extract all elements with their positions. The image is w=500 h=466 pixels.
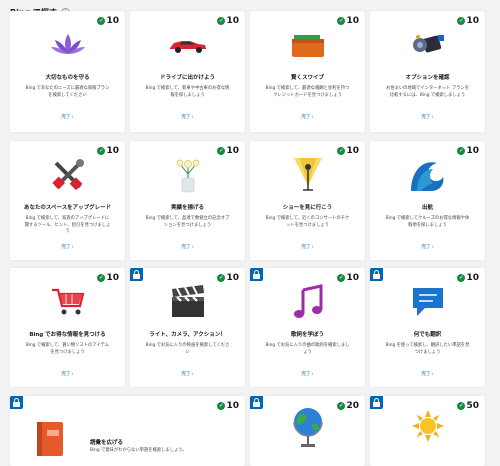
check-icon: ✓ (217, 274, 226, 282)
card-movies[interactable]: ✓ 10 ライト、カメラ、アクション！ Bing でお気に入りの映画を検索してくだ… (130, 268, 245, 387)
check-icon: ✓ (337, 274, 346, 282)
check-icon: ✓ (217, 402, 226, 410)
complete-link[interactable]: 完了 › (250, 244, 365, 250)
card-description: Bing で検索して、新車や中古車のお得な情報を探しましょう (145, 86, 230, 98)
card-lyrics[interactable]: ✓ 10 歌詞を学ぼう Bing でお気に入りの曲の歌詞を検索しましょう 完了 › (250, 268, 365, 387)
lock-icon (370, 268, 383, 281)
card-credit[interactable]: ✓ 10 賢くスワイプ Bing で検索して、最適な報酬と金利を持つクレジットカー… (250, 11, 365, 132)
card-description: Bing を使って検索し、翻訳したい単語を見つけましょう (385, 343, 470, 355)
card-title: あなたのスペースをアップグレード (23, 205, 112, 211)
card-title: 出航 (421, 205, 433, 211)
wave-icon (370, 155, 485, 195)
card-title: 賢くスワイプ (290, 75, 324, 81)
complete-link[interactable]: 完了 › (10, 371, 125, 377)
check-icon: ✓ (97, 274, 106, 282)
card-grid: ✓ 10 大切なものを守る Bing であなたのニーズに最適な保険プランを検索して… (0, 0, 500, 466)
card-description: Bing で検索して、品達で数値立の記念オプションを見つけましょう (145, 216, 230, 228)
lotus-icon (10, 25, 125, 65)
card-cruise[interactable]: ✓ 10 出航 Bing で検索してクルーズのお得な情報や休暇地を探しましょう 完… (370, 141, 485, 260)
card-description: Bing で検索してクルーズのお得な情報や休暇地を探しましょう (385, 216, 470, 228)
card-description: Bing でお気に入りの曲の歌詞を検索しましょう (265, 343, 350, 355)
card-title: ライト、カメラ、アクション！ (149, 332, 226, 338)
card-title: 歌詞を学ぼう (290, 332, 324, 338)
check-icon: ✓ (97, 17, 106, 25)
card-description: Bing で検索して、最適な報酬と金利を持つクレジットカードを見つけましょう (265, 86, 350, 98)
check-icon: ✓ (217, 147, 226, 155)
card-description: Bing でお気に入りの映画を検索してください (145, 343, 230, 355)
check-icon: ✓ (337, 17, 346, 25)
complete-link[interactable]: 完了 › (250, 371, 365, 377)
check-icon: ✓ (337, 147, 346, 155)
card-vocabulary[interactable]: ✓ 10 語彙を広げる Bing で意味がわからない単語を検索しましょう。 (10, 396, 245, 466)
complete-link[interactable]: 完了 › (10, 114, 125, 120)
card-description: Bing であなたのニーズに最適な保険プランを検索してください (25, 86, 110, 98)
card-translate[interactable]: ✓ 10 何でも翻訳 Bing を使って検索し、翻訳したい単語を見つけましょう 完… (370, 268, 485, 387)
cart-icon (10, 282, 125, 322)
card-description: お住まいの地域でインターネット プランを比較するには、Bing で検索しましょう (385, 86, 469, 98)
car-icon (130, 25, 245, 65)
book-icon (30, 418, 70, 458)
check-icon: ✓ (457, 274, 466, 282)
card-title: 実績を揚げる (170, 205, 204, 211)
microphone-icon (250, 155, 365, 195)
check-icon: ✓ (97, 147, 106, 155)
complete-link[interactable]: 完了 › (130, 371, 245, 377)
complete-link[interactable]: 完了 › (370, 371, 485, 377)
card-globe[interactable]: ✓ 20 (250, 396, 365, 466)
lock-icon (10, 396, 23, 409)
card-title: 何でも翻訳 (413, 332, 442, 338)
music-note-icon (250, 282, 365, 322)
card-title: オプションを確認 (405, 75, 450, 81)
complete-link[interactable]: 完了 › (370, 244, 485, 250)
complete-link[interactable]: 完了 › (130, 114, 245, 120)
lock-icon (250, 268, 263, 281)
flower-vase-icon (130, 155, 245, 195)
card-celebrate[interactable]: ✓ 10 実績を揚げる Bing で検索して、品達で数値立の記念オプションを見つけ… (130, 141, 245, 260)
card-description: Bing で意味がわからない単語を検索しましょう。 (90, 448, 187, 453)
complete-link[interactable]: 完了 › (370, 114, 485, 120)
complete-link[interactable]: 完了 › (130, 244, 245, 250)
check-icon: ✓ (457, 17, 466, 25)
check-icon: ✓ (217, 17, 226, 25)
card-title: ショーを見に行こう (282, 205, 333, 211)
wallet-icon (250, 25, 365, 65)
satellite-icon (370, 25, 485, 65)
card-upgrade-space[interactable]: ✓ 10 あなたのスペースをアップグレード Bing で検索して、家族のアップグレ… (10, 141, 125, 260)
tools-icon (10, 155, 125, 195)
chat-bubble-icon (370, 282, 485, 322)
card-deals[interactable]: ✓ 10 Bing でお得な情報を見つける Bing で検索して、買い物リストのア… (10, 268, 125, 387)
card-drive[interactable]: ✓ 10 ドライブに出かけよう Bing で検索して、新車や中古車のお得な情報を探… (130, 11, 245, 132)
complete-link[interactable]: 完了 › (250, 114, 365, 120)
complete-link[interactable]: 完了 › (10, 244, 125, 250)
card-internet[interactable]: ✓ 10 オプションを確認 お住まいの地域でインターネット プランを比較するには、… (370, 11, 485, 132)
lock-icon (130, 268, 143, 281)
check-icon: ✓ (457, 147, 466, 155)
card-title: ドライブに出かけよう (159, 75, 215, 81)
card-title: 大切なものを守る (45, 75, 90, 81)
card-sun[interactable]: ✓ 50 (370, 396, 485, 466)
sun-icon (370, 406, 485, 446)
card-insurance[interactable]: ✓ 10 大切なものを守る Bing であなたのニーズに最適な保険プランを検索して… (10, 11, 125, 132)
card-description: Bing で検索して、近くのコンサートのチケットを見つけましょう (265, 216, 350, 228)
card-title: 語彙を広げる (90, 440, 124, 446)
card-concert[interactable]: ✓ 10 ショーを見に行こう Bing で検索して、近くのコンサートのチケットを見… (250, 141, 365, 260)
card-description: Bing で検索して、買い物リストのアイテムを見つけましょう (25, 343, 110, 355)
clapperboard-icon (130, 282, 245, 322)
globe-icon (250, 406, 365, 447)
card-description: Bing で検索して、家族のアップグレードに関するツール、ヒント、指引を見つけま… (24, 216, 111, 234)
points-badge: ✓ 10 (217, 401, 239, 411)
card-title: Bing でお得な情報を見つける (29, 332, 106, 338)
